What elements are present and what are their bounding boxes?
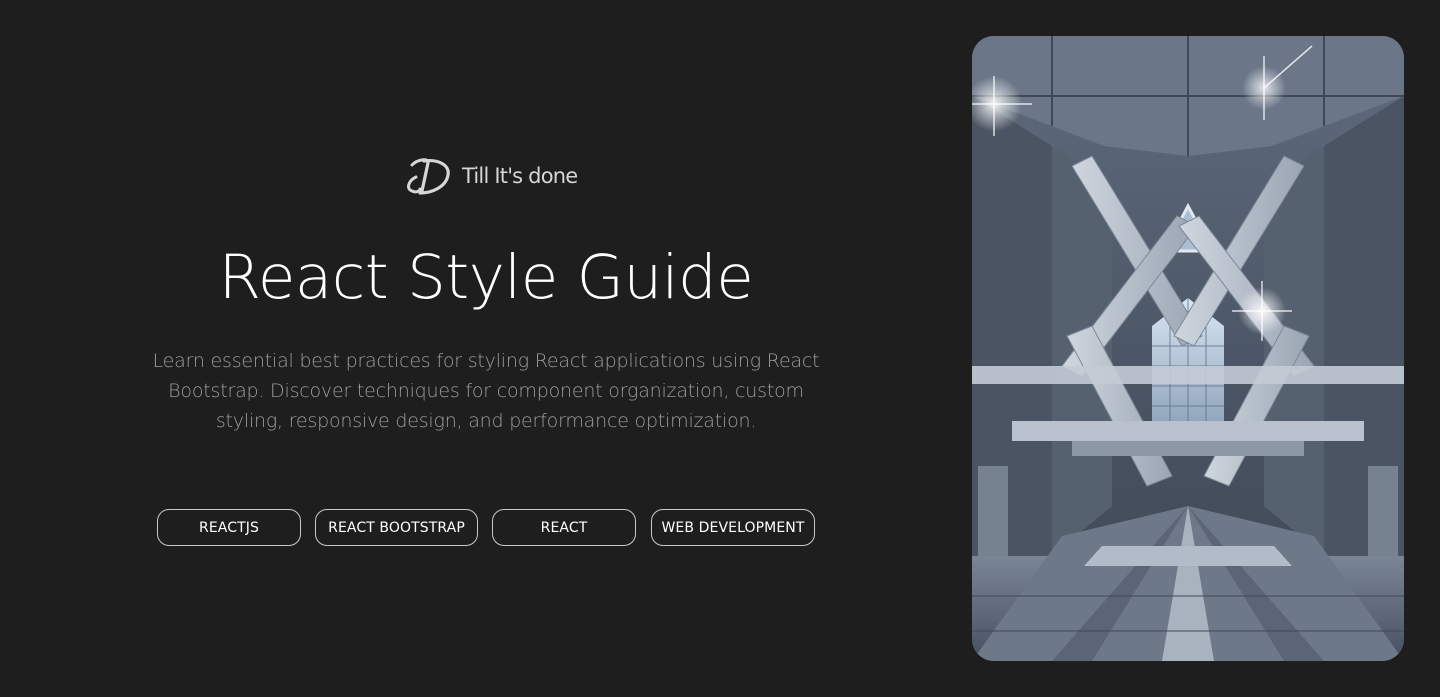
hero-image — [972, 36, 1404, 661]
brand-name: Till It's done — [462, 164, 578, 188]
td-monogram-icon — [407, 158, 450, 195]
architecture-illustration — [972, 36, 1404, 661]
tag-react[interactable]: REACT — [492, 509, 636, 546]
page: Till It's done React Style Guide Learn e… — [0, 0, 1440, 697]
tag-reactjs[interactable]: REACTJS — [157, 509, 301, 546]
tag-web-development[interactable]: WEB DEVELOPMENT — [651, 509, 815, 546]
tag-react-bootstrap[interactable]: REACT BOOTSTRAP — [315, 509, 478, 546]
brand[interactable]: Till It's done — [404, 155, 578, 197]
article-description: Learn essential best practices for styli… — [152, 350, 820, 432]
page-title: React Style Guide — [218, 242, 754, 313]
article-header: Till It's done React Style Guide Learn e… — [0, 0, 972, 697]
